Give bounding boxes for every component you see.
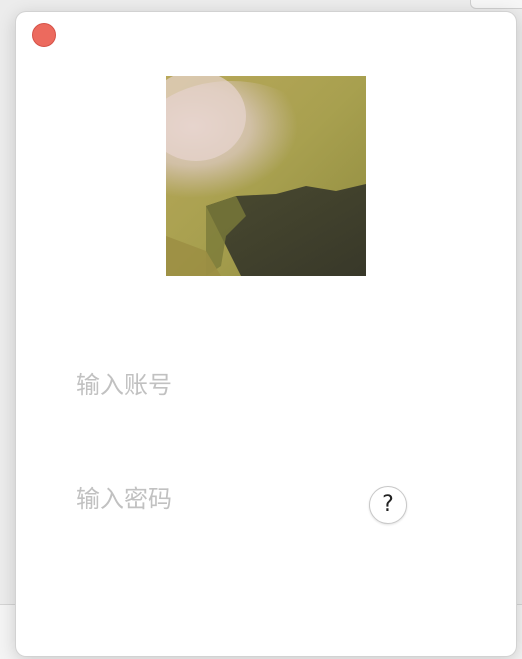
account-input[interactable] — [74, 365, 378, 405]
avatar — [166, 76, 366, 276]
avatar-image — [166, 76, 366, 276]
help-button[interactable]: ? — [369, 486, 407, 524]
background-window-edge — [470, 0, 522, 9]
login-window: ? — [16, 12, 516, 656]
password-input[interactable] — [74, 479, 378, 519]
close-icon[interactable] — [32, 23, 56, 47]
